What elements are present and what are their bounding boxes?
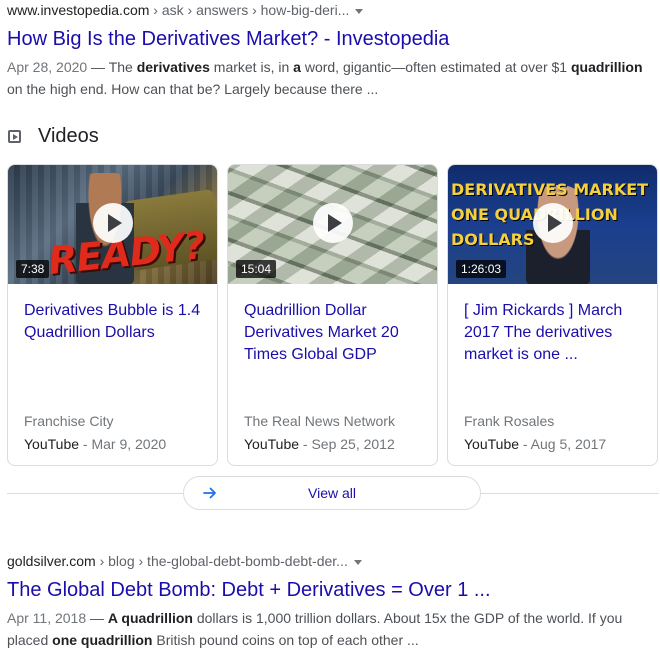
video-channel: The Real News Network	[244, 413, 395, 429]
video-title-link[interactable]: [ Jim Rickards ] March 2017 The derivati…	[464, 300, 644, 366]
snippet-fragment: —	[86, 610, 108, 626]
video-date: - Sep 25, 2012	[299, 436, 395, 452]
snippet-fragment: — The	[87, 59, 137, 75]
result-title-link[interactable]: The Global Debt Bomb: Debt + Derivatives…	[7, 577, 647, 603]
result-breadcrumb[interactable]: goldsilver.com › blog › the-global-debt-…	[7, 551, 647, 571]
video-source: YouTube - Sep 25, 2012	[244, 436, 395, 452]
video-card[interactable]: 15:04 Quadrillion Dollar Derivatives Mar…	[227, 164, 438, 466]
result-snippet: Apr 11, 2018 — A quadrillion dollars is …	[7, 607, 647, 651]
video-date: - Aug 5, 2017	[519, 436, 607, 452]
play-icon[interactable]	[92, 203, 133, 243]
video-carousel: READY? 7:38 Derivatives Bubble is 1.4 Qu…	[7, 164, 658, 466]
video-thumbnail[interactable]: DERIVATIVES MARKET ONE QUADRILLION DOLLA…	[448, 165, 657, 284]
result-path: › ask › answers › how-big-deri...	[149, 2, 350, 18]
video-duration: 15:04	[236, 260, 277, 278]
chevron-down-icon[interactable]	[353, 559, 362, 565]
result-date: Apr 11, 2018	[7, 610, 87, 626]
result-title-link[interactable]: How Big Is the Derivatives Market? - Inv…	[7, 26, 647, 52]
result-snippet: Apr 28, 2020 — The derivatives market is…	[7, 56, 647, 100]
snippet-highlight: a	[293, 59, 301, 75]
video-channel: Franchise City	[24, 413, 114, 429]
result-site: goldsilver.com	[7, 553, 96, 569]
video-card[interactable]: DERIVATIVES MARKET ONE QUADRILLION DOLLA…	[447, 164, 658, 466]
video-source: YouTube - Mar 9, 2020	[24, 436, 166, 452]
snippet-fragment: word, gigantic—often estimated at over $…	[300, 59, 571, 75]
video-channel: Frank Rosales	[464, 413, 555, 429]
view-all-label: View all	[308, 485, 356, 501]
snippet-fragment: British pound coins on top of each other…	[152, 632, 419, 648]
video-duration: 7:38	[16, 260, 50, 278]
snippet-fragment: on the high end. How can that be? Largel…	[7, 81, 379, 97]
result-breadcrumb[interactable]: www.investopedia.com › ask › answers › h…	[7, 0, 647, 20]
videos-heading: Videos	[38, 124, 99, 147]
search-result-2: goldsilver.com › blog › the-global-debt-…	[7, 551, 647, 651]
video-platform: YouTube	[244, 436, 300, 452]
snippet-highlight: derivatives	[136, 59, 210, 75]
video-title-link[interactable]: Derivatives Bubble is 1.4 Quadrillion Do…	[24, 300, 204, 344]
video-platform: YouTube	[464, 436, 520, 452]
result-site: www.investopedia.com	[7, 2, 150, 18]
videos-section-header: Videos	[8, 124, 99, 148]
video-thumbnail[interactable]: READY? 7:38	[8, 165, 217, 284]
video-thumbnail[interactable]: 15:04	[228, 165, 437, 284]
snippet-text: — The derivatives market is, in a word, …	[7, 59, 643, 97]
video-source: YouTube - Aug 5, 2017	[464, 436, 606, 452]
video-title-link[interactable]: Quadrillion Dollar Derivatives Market 20…	[244, 300, 424, 366]
video-card[interactable]: READY? 7:38 Derivatives Bubble is 1.4 Qu…	[7, 164, 218, 466]
result-path: › blog › the-global-debt-bomb-debt-der..…	[95, 553, 348, 569]
snippet-fragment: market is, in	[209, 59, 294, 75]
chevron-down-icon[interactable]	[355, 8, 364, 14]
play-icon[interactable]	[532, 203, 573, 243]
view-all-button[interactable]: View all	[183, 476, 481, 510]
result-date: Apr 28, 2020	[7, 59, 88, 75]
video-date: - Mar 9, 2020	[79, 436, 167, 452]
play-icon[interactable]	[312, 203, 353, 243]
search-result-1: www.investopedia.com › ask › answers › h…	[7, 0, 647, 100]
video-platform: YouTube	[24, 436, 80, 452]
snippet-highlight: A quadrillion	[107, 610, 193, 626]
snippet-text: — A quadrillion dollars is 1,000 trillio…	[7, 610, 622, 648]
video-play-icon	[8, 129, 21, 143]
snippet-highlight: one quadrillion	[52, 632, 153, 648]
video-duration: 1:26:03	[456, 260, 507, 278]
snippet-highlight: quadrillion	[570, 59, 643, 75]
